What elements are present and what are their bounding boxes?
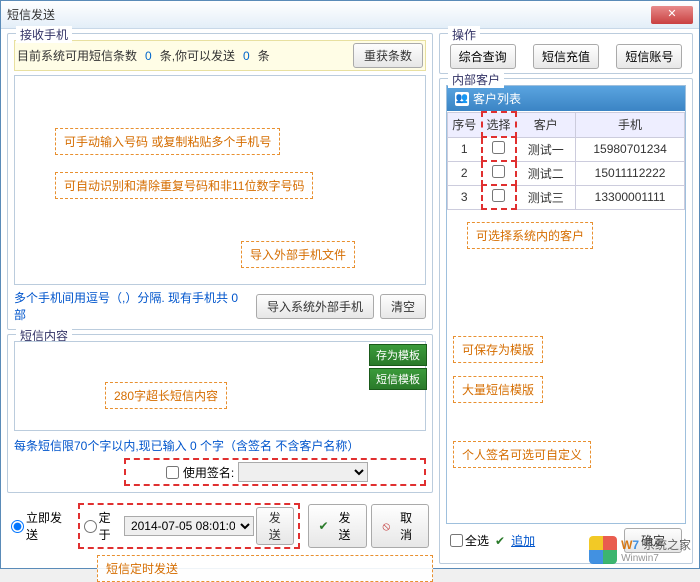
append-link[interactable]: 追加	[511, 532, 535, 549]
account-button[interactable]: 短信账号	[616, 44, 682, 69]
note-mass-template: 大量短信模版	[453, 376, 543, 403]
window-title: 短信发送	[7, 6, 55, 23]
recv-footer: 多个手机间用逗号（,）分隔. 现有手机共 0 部 导入系统外部手机 清空	[14, 289, 426, 323]
content-group: 短信内容 280字超长短信内容 存为模板 短信模板 每条短信限70个字以内,现已…	[7, 334, 433, 493]
titlebar: 短信发送 ✕	[1, 1, 699, 29]
timed-datetime[interactable]: 2014-07-05 08:01:00	[124, 516, 254, 536]
query-button[interactable]: 综合查询	[450, 44, 516, 69]
add-icon: ✔	[495, 534, 505, 548]
hint-line: 多个手机间用逗号（,）分隔. 现有手机共 0 部	[14, 289, 250, 323]
list-group: 内部客户 👥 客户列表 序号 选择 客户 手机	[439, 78, 693, 564]
list-legend: 内部客户	[448, 71, 504, 88]
table-row[interactable]: 3 测试三 13300001111	[448, 185, 685, 209]
right-pane: 操作 综合查询 短信充值 短信账号 内部客户 👥 客户列表 序号 选择	[439, 29, 699, 568]
note-manual: 可手动输入号码 或复制粘贴多个手机号	[55, 128, 280, 155]
save-template-button[interactable]: 存为模板	[369, 344, 427, 366]
op-group: 操作 综合查询 短信充值 短信账号	[439, 33, 693, 74]
col-select: 选择	[482, 112, 516, 137]
left-pane: 接收手机 目前系统可用短信条数 0 条,你可以发送 0 条 重获条数 可手动输入…	[1, 29, 439, 568]
limit-line: 每条短信限70个字以内,现已输入 0 个字（含签名 不含客户名称）	[14, 437, 426, 454]
reget-button[interactable]: 重获条数	[353, 43, 423, 68]
people-icon: 👥	[455, 92, 469, 106]
list-header: 👥 客户列表	[447, 86, 685, 111]
close-button[interactable]: ✕	[651, 6, 693, 24]
content-textarea[interactable]: 280字超长短信内容 存为模板 短信模板	[14, 341, 426, 431]
select-all[interactable]: 全选	[450, 532, 489, 549]
op-legend: 操作	[448, 26, 480, 43]
table-row[interactable]: 2 测试二 15011112222	[448, 161, 685, 185]
customer-table: 序号 选择 客户 手机 1 测试一 15980701234 2	[447, 111, 685, 210]
signature-label: 使用签名:	[183, 464, 234, 481]
signature-row: 使用签名:	[124, 458, 426, 486]
quota-count1: 0	[145, 49, 152, 63]
col-seq: 序号	[448, 112, 482, 137]
note-longsms: 280字超长短信内容	[105, 382, 227, 409]
note-import: 导入外部手机文件	[241, 241, 355, 268]
row-checkbox[interactable]	[492, 141, 505, 154]
signature-select[interactable]	[238, 462, 368, 482]
table-header-row: 序号 选择 客户 手机	[448, 112, 685, 137]
use-signature-checkbox[interactable]	[166, 466, 179, 479]
sms-template-button[interactable]: 短信模板	[369, 368, 427, 390]
note-signature: 个人签名可选可自定义	[453, 441, 591, 468]
quota-line: 目前系统可用短信条数 0 条,你可以发送 0 条 重获条数	[14, 40, 426, 71]
table-row[interactable]: 1 测试一 15980701234	[448, 137, 685, 161]
note-auto: 可自动识别和清除重复号码和非11位数字号码	[55, 172, 313, 199]
recharge-button[interactable]: 短信充值	[533, 44, 599, 69]
cancel-button[interactable]: ⦸取消	[371, 504, 429, 548]
note-save-template: 可保存为模版	[453, 336, 543, 363]
clear-button[interactable]: 清空	[380, 294, 426, 319]
customer-list-panel: 👥 客户列表 序号 选择 客户 手机 1 测试一	[446, 85, 686, 524]
col-phone: 手机	[576, 112, 685, 137]
quota-count2: 0	[243, 49, 250, 63]
send-button[interactable]: ✔发送	[308, 504, 368, 548]
logo-icon	[589, 536, 617, 564]
timed-radio[interactable]: 定于	[84, 509, 122, 543]
send-icon: ✔	[319, 519, 329, 533]
import-button[interactable]: 导入系统外部手机	[256, 294, 374, 319]
recv-legend: 接收手机	[16, 26, 72, 43]
template-buttons: 存为模板 短信模板	[369, 344, 427, 390]
app-window: 短信发送 ✕ 接收手机 目前系统可用短信条数 0 条,你可以发送 0 条 重获条…	[0, 0, 700, 569]
row-checkbox[interactable]	[492, 189, 505, 202]
cancel-icon: ⦸	[382, 519, 390, 534]
send-row: 立即发送 定于 2014-07-05 08:01:00 发送 ✔发送 ⦸取消	[7, 503, 433, 549]
watermark-name: W7 系统之家	[621, 536, 691, 553]
timed-send-button[interactable]: 发送	[256, 507, 294, 545]
row-checkbox[interactable]	[492, 165, 505, 178]
note-select-customer: 可选择系统内的客户	[467, 222, 593, 249]
recv-group: 接收手机 目前系统可用短信条数 0 条,你可以发送 0 条 重获条数 可手动输入…	[7, 33, 433, 330]
phone-textarea[interactable]: 可手动输入号码 或复制粘贴多个手机号 可自动识别和清除重复号码和非11位数字号码…	[14, 75, 426, 285]
watermark-sub: Winwin7	[621, 553, 691, 564]
watermark: W7 系统之家 Winwin7	[589, 536, 691, 564]
timed-box: 定于 2014-07-05 08:01:00 发送	[78, 503, 300, 549]
col-customer: 客户	[516, 112, 576, 137]
send-now-radio[interactable]: 立即发送	[11, 509, 74, 543]
